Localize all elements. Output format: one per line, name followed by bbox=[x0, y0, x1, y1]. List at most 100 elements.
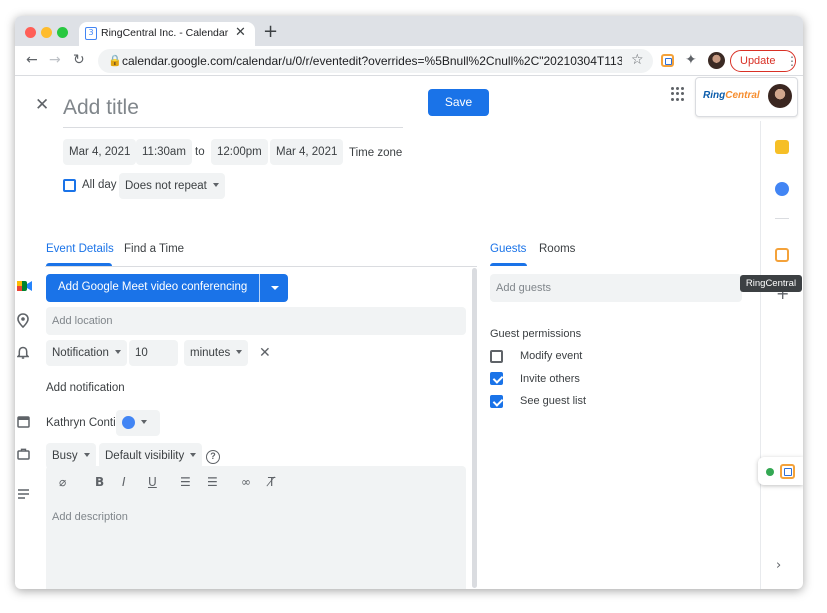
italic-icon[interactable]: I bbox=[122, 475, 126, 489]
back-icon[interactable]: ← bbox=[26, 52, 38, 68]
calendar-color-select[interactable] bbox=[116, 410, 160, 436]
update-button[interactable]: Update ⋮ bbox=[730, 50, 798, 72]
invite-others-label: Invite others bbox=[520, 373, 580, 385]
new-tab-icon[interactable]: + bbox=[263, 21, 278, 42]
description-lines-icon bbox=[17, 488, 30, 503]
extensions-puzzle-icon[interactable]: ✦ bbox=[685, 52, 697, 68]
repeat-value: Does not repeat bbox=[125, 180, 207, 192]
maximize-window-button[interactable] bbox=[57, 27, 68, 38]
close-window-button[interactable] bbox=[25, 27, 36, 38]
more-menu-icon[interactable]: ⋮ bbox=[786, 51, 798, 71]
meet-dropdown-chevron-icon[interactable] bbox=[271, 286, 279, 290]
repeat-select[interactable]: Does not repeat bbox=[119, 173, 225, 199]
start-date-field[interactable]: Mar 4, 2021 bbox=[63, 139, 137, 165]
chevron-down-icon bbox=[190, 452, 197, 457]
attachment-icon[interactable]: ⌀ bbox=[59, 475, 66, 489]
ringcentral-icon bbox=[780, 464, 795, 479]
bold-icon[interactable]: B bbox=[95, 475, 104, 489]
tab-title: RingCentral Inc. - Calendar - E bbox=[101, 27, 231, 39]
ringcentral-addon-icon[interactable] bbox=[775, 248, 789, 262]
tab-rooms[interactable]: Rooms bbox=[539, 243, 575, 255]
minimize-window-button[interactable] bbox=[41, 27, 52, 38]
visibility-value: Default visibility bbox=[105, 450, 185, 462]
address-bar[interactable]: 🔒 calendar.google.com/calendar/u/0/r/eve… bbox=[98, 49, 653, 73]
profile-avatar[interactable] bbox=[708, 52, 725, 69]
chevron-down-icon bbox=[114, 349, 121, 354]
invite-others-checkbox[interactable] bbox=[490, 372, 503, 385]
location-input[interactable]: Add location bbox=[46, 307, 466, 335]
ringcentral-logo: RingCentral bbox=[703, 90, 760, 101]
bulleted-list-icon[interactable]: ☰ bbox=[207, 475, 218, 489]
logo-central: Central bbox=[725, 90, 760, 101]
add-notification-link[interactable]: Add notification bbox=[46, 382, 125, 394]
event-edit-page: ✕ Add title Save RingCentral Mar 4, 2021… bbox=[15, 76, 803, 589]
to-label: to bbox=[195, 146, 205, 158]
account-switcher[interactable]: RingCentral bbox=[695, 77, 798, 117]
end-time-field[interactable]: 12:00pm bbox=[211, 139, 268, 165]
close-icon[interactable]: ✕ bbox=[35, 95, 49, 115]
add-guests-input[interactable]: Add guests bbox=[490, 274, 742, 302]
account-avatar[interactable] bbox=[768, 84, 792, 108]
tab-close-icon[interactable]: ✕ bbox=[235, 25, 246, 40]
tasks-icon[interactable] bbox=[775, 182, 789, 196]
navigation-bar: ← → ↻ 🔒 calendar.google.com/calendar/u/0… bbox=[15, 46, 803, 76]
calendar-icon bbox=[17, 415, 30, 432]
browser-window: 3 RingCentral Inc. - Calendar - E ✕ + ← … bbox=[15, 16, 803, 589]
notification-value-input[interactable]: 10 bbox=[129, 340, 178, 366]
clear-formatting-icon[interactable]: T̸ bbox=[268, 475, 275, 489]
briefcase-icon bbox=[17, 448, 30, 464]
start-time-field[interactable]: 11:30am bbox=[136, 139, 192, 165]
see-guest-list-label: See guest list bbox=[520, 395, 587, 407]
numbered-list-icon[interactable]: ☰ bbox=[180, 475, 191, 489]
underline-icon[interactable]: U bbox=[148, 475, 157, 489]
calendar-color-dot bbox=[122, 416, 135, 430]
details-scrollbar[interactable] bbox=[472, 268, 477, 588]
guest-permissions-title: Guest permissions bbox=[490, 328, 582, 340]
time-zone-button[interactable]: Time zone bbox=[349, 147, 402, 159]
calendar-owner-label: Kathryn Conti bbox=[46, 417, 116, 429]
all-day-checkbox[interactable] bbox=[63, 179, 76, 192]
link-icon[interactable]: ∞ bbox=[241, 475, 251, 489]
lock-icon[interactable]: 🔒 bbox=[108, 54, 122, 67]
calendar-favicon-icon: 3 bbox=[85, 27, 97, 40]
bell-icon bbox=[16, 346, 30, 364]
keep-icon[interactable] bbox=[775, 140, 789, 154]
ringcentral-extension-icon[interactable] bbox=[661, 54, 674, 67]
tab-guests[interactable]: Guests bbox=[490, 243, 526, 255]
chevron-down-icon bbox=[212, 182, 219, 187]
panel-divider bbox=[775, 218, 789, 219]
add-google-meet-button[interactable]: Add Google Meet video conferencing bbox=[46, 274, 288, 302]
ringcentral-floating-button[interactable] bbox=[758, 457, 803, 485]
button-divider bbox=[259, 274, 260, 302]
browser-tab[interactable]: 3 RingCentral Inc. - Calendar - E ✕ bbox=[79, 22, 255, 46]
tab-find-a-time[interactable]: Find a Time bbox=[124, 243, 184, 255]
status-dot bbox=[766, 468, 774, 476]
tab-event-details[interactable]: Event Details bbox=[46, 243, 114, 255]
update-label: Update bbox=[740, 55, 776, 67]
apps-grid-icon[interactable] bbox=[671, 87, 685, 101]
modify-event-checkbox[interactable] bbox=[490, 350, 503, 363]
tabs-divider bbox=[45, 266, 477, 267]
title-input[interactable]: Add title bbox=[63, 88, 403, 128]
forward-icon[interactable]: → bbox=[49, 52, 61, 68]
bookmark-star-icon[interactable]: ☆ bbox=[631, 52, 644, 68]
logo-ring: Ring bbox=[703, 90, 726, 101]
description-placeholder[interactable]: Add description bbox=[52, 511, 128, 523]
see-guest-list-checkbox[interactable] bbox=[490, 395, 503, 408]
all-day-label: All day bbox=[82, 179, 117, 191]
tab-bar: 3 RingCentral Inc. - Calendar - E ✕ + bbox=[15, 16, 803, 46]
chevron-down-icon bbox=[141, 419, 147, 424]
url-text[interactable]: calendar.google.com/calendar/u/0/r/event… bbox=[122, 54, 622, 68]
end-date-field[interactable]: Mar 4, 2021 bbox=[270, 139, 344, 165]
reload-icon[interactable]: ↻ bbox=[73, 52, 85, 68]
notification-type-select[interactable]: Notification bbox=[46, 340, 127, 366]
location-pin-icon bbox=[17, 313, 29, 332]
remove-notification-icon[interactable]: ✕ bbox=[259, 345, 271, 361]
description-editor[interactable]: ⌀ B I U ☰ ☰ ∞ T̸ Add description bbox=[46, 466, 466, 589]
notification-unit-select[interactable]: minutes bbox=[184, 340, 249, 366]
google-meet-icon bbox=[17, 280, 32, 296]
save-button[interactable]: Save bbox=[428, 89, 489, 116]
help-icon[interactable]: ? bbox=[206, 450, 220, 464]
modify-event-label: Modify event bbox=[520, 350, 583, 362]
chevron-right-icon[interactable]: › bbox=[776, 558, 781, 573]
